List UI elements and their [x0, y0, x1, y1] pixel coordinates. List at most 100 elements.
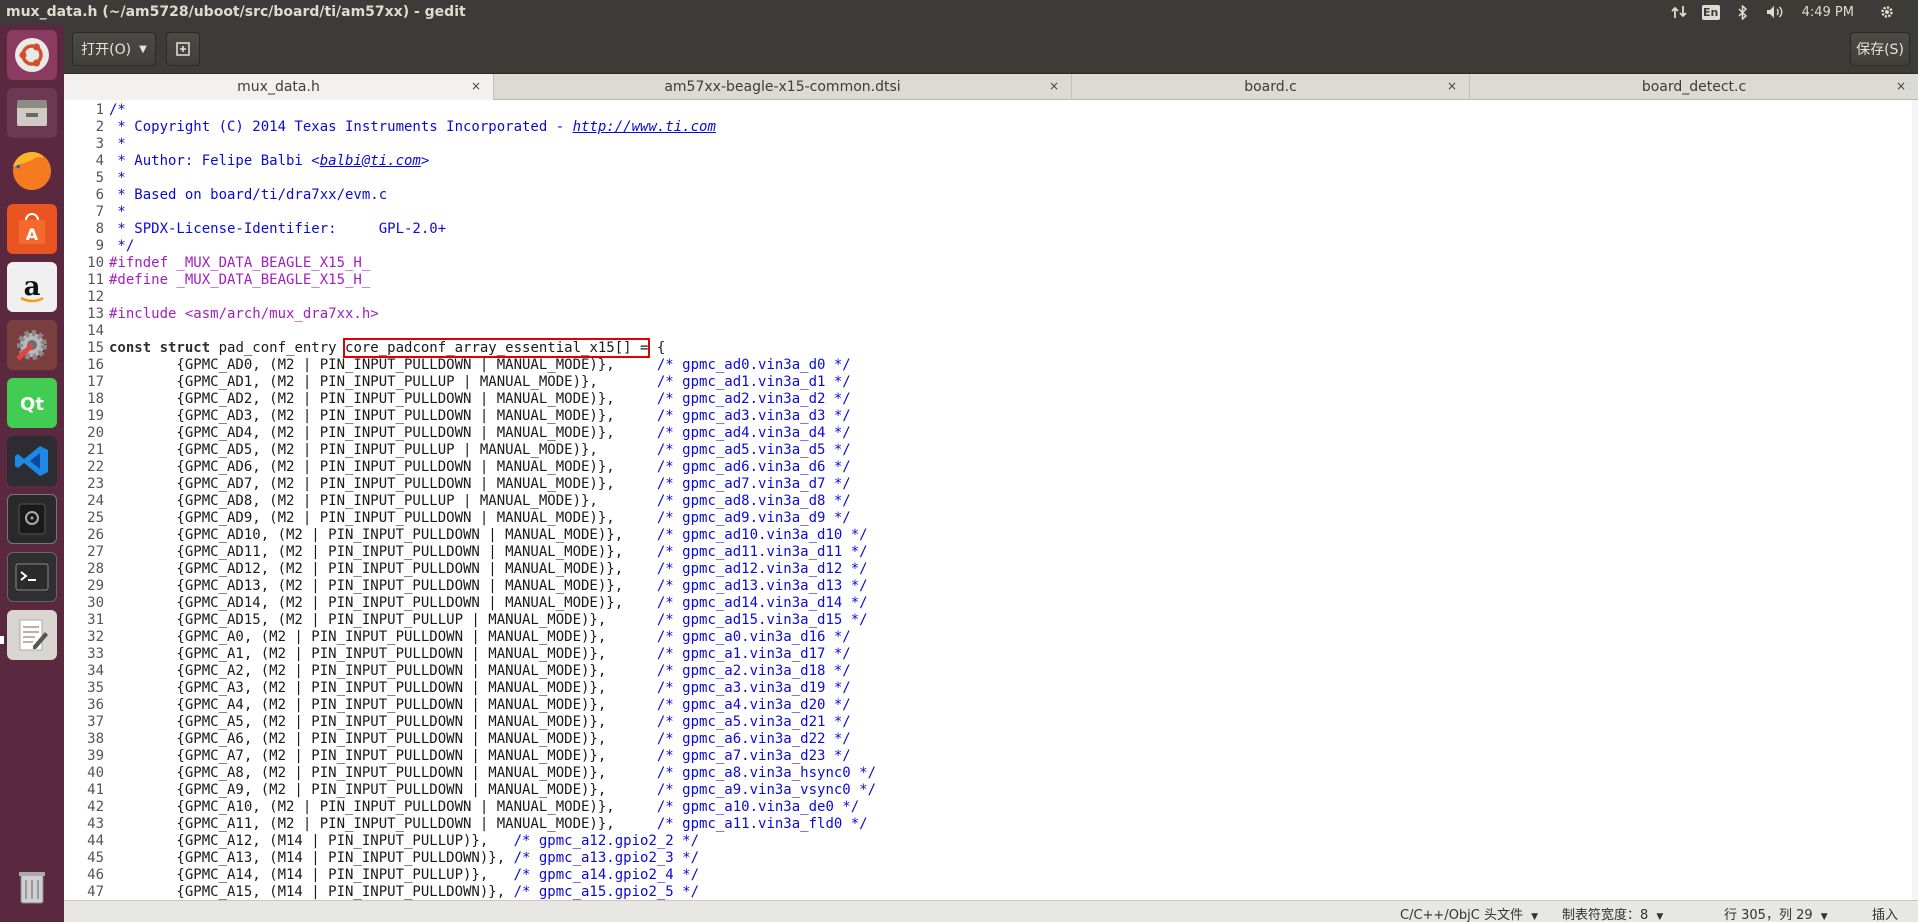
save-button[interactable]: 保存(S): [1850, 32, 1910, 66]
text-editor-icon[interactable]: [7, 610, 57, 660]
trash-icon[interactable]: [7, 862, 57, 912]
code-line[interactable]: 47 {GPMC_A15, (M14 | PIN_INPUT_PULLDOWN)…: [64, 884, 1918, 900]
code-line[interactable]: 17 {GPMC_AD1, (M2 | PIN_INPUT_PULLUP | M…: [64, 374, 1918, 391]
system-settings-icon[interactable]: [7, 320, 57, 370]
code-token: {GPMC_A12, (M14 | PIN_INPUT_PULLUP)},: [109, 833, 514, 849]
software-center-icon[interactable]: A: [7, 204, 57, 254]
firefox-icon[interactable]: [7, 146, 57, 196]
system-tray: En 4:49 PM: [1670, 0, 1918, 24]
code-line[interactable]: 27 {GPMC_AD11, (M2 | PIN_INPUT_PULLDOWN …: [64, 544, 1918, 561]
code-line[interactable]: 37 {GPMC_A5, (M2 | PIN_INPUT_PULLDOWN | …: [64, 714, 1918, 731]
code-token: /* gpmc_a13.gpio2_3 */: [513, 850, 700, 866]
code-line[interactable]: 38 {GPMC_A6, (M2 | PIN_INPUT_PULLDOWN | …: [64, 731, 1918, 748]
vertical-scrollbar[interactable]: [1912, 100, 1918, 900]
tab-mux-data[interactable]: mux_data.h ×: [64, 74, 494, 100]
code-line[interactable]: 25 {GPMC_AD9, (M2 | PIN_INPUT_PULLDOWN |…: [64, 510, 1918, 527]
close-icon[interactable]: ×: [1049, 79, 1059, 93]
line-number: 3: [95, 136, 104, 152]
code-line[interactable]: 36 {GPMC_A4, (M2 | PIN_INPUT_PULLDOWN | …: [64, 697, 1918, 714]
code-text: {GPMC_A4, (M2 | PIN_INPUT_PULLDOWN | MAN…: [109, 697, 850, 714]
code-line[interactable]: 28 {GPMC_AD12, (M2 | PIN_INPUT_PULLDOWN …: [64, 561, 1918, 578]
code-line[interactable]: 4 * Author: Felipe Balbi <balbi@ti.com>: [64, 153, 1918, 170]
code-line[interactable]: 7 *: [64, 204, 1918, 221]
code-line[interactable]: 5 *: [64, 170, 1918, 187]
close-icon[interactable]: ×: [1447, 79, 1457, 93]
clock[interactable]: 4:49 PM: [1802, 5, 1854, 20]
code-line[interactable]: 44 {GPMC_A12, (M14 | PIN_INPUT_PULLUP)},…: [64, 833, 1918, 850]
tab-label: board_detect.c: [1641, 79, 1747, 95]
close-icon[interactable]: ×: [1896, 79, 1906, 93]
code-line[interactable]: 10 #ifndef _MUX_DATA_BEAGLE_X15_H_: [64, 255, 1918, 272]
gear-icon[interactable]: [1878, 4, 1896, 20]
code-line[interactable]: 19 {GPMC_AD3, (M2 | PIN_INPUT_PULLDOWN |…: [64, 408, 1918, 425]
code-token: {GPMC_A14, (M14 | PIN_INPUT_PULLUP)},: [109, 867, 514, 883]
code-line[interactable]: 23 {GPMC_AD7, (M2 | PIN_INPUT_PULLDOWN |…: [64, 476, 1918, 493]
code-line[interactable]: 11 #define _MUX_DATA_BEAGLE_X15_H_: [64, 272, 1918, 289]
code-line[interactable]: 12: [64, 289, 1918, 306]
code-line[interactable]: 39 {GPMC_A7, (M2 | PIN_INPUT_PULLDOWN | …: [64, 748, 1918, 765]
code-line[interactable]: 35 {GPMC_A3, (M2 | PIN_INPUT_PULLDOWN | …: [64, 680, 1918, 697]
code-line[interactable]: 9 */: [64, 238, 1918, 255]
code-line[interactable]: 45 {GPMC_A13, (M14 | PIN_INPUT_PULLDOWN)…: [64, 850, 1918, 867]
code-line[interactable]: 41 {GPMC_A9, (M2 | PIN_INPUT_PULLDOWN | …: [64, 782, 1918, 799]
code-line[interactable]: 16 {GPMC_AD0, (M2 | PIN_INPUT_PULLDOWN |…: [64, 357, 1918, 374]
keyboard-language-indicator[interactable]: En: [1701, 4, 1720, 20]
bluetooth-icon[interactable]: [1734, 4, 1752, 20]
files-icon[interactable]: [7, 88, 57, 138]
code-line[interactable]: 8 * SPDX-License-Identifier: GPL-2.0+: [64, 221, 1918, 238]
vscode-icon[interactable]: [7, 436, 57, 486]
code-line[interactable]: 1 /*: [64, 102, 1918, 119]
code-line[interactable]: 21 {GPMC_AD5, (M2 | PIN_INPUT_PULLUP | M…: [64, 442, 1918, 459]
code-line[interactable]: 40 {GPMC_A8, (M2 | PIN_INPUT_PULLDOWN | …: [64, 765, 1918, 782]
code-line[interactable]: 6 * Based on board/ti/dra7xx/evm.c: [64, 187, 1918, 204]
code-line[interactable]: 20 {GPMC_AD4, (M2 | PIN_INPUT_PULLDOWN |…: [64, 425, 1918, 442]
code-line[interactable]: 18 {GPMC_AD2, (M2 | PIN_INPUT_PULLDOWN |…: [64, 391, 1918, 408]
code-link[interactable]: balbi@ti.com: [320, 153, 421, 169]
ubuntu-dash-icon[interactable]: [7, 30, 57, 80]
code-line[interactable]: 42 {GPMC_A10, (M2 | PIN_INPUT_PULLDOWN |…: [64, 799, 1918, 816]
code-line[interactable]: 43 {GPMC_A11, (M2 | PIN_INPUT_PULLDOWN |…: [64, 816, 1918, 833]
code-editor[interactable]: 1/* 2 * Copyright (C) 2014 Texas Instrume…: [64, 100, 1918, 900]
code-line[interactable]: 22 {GPMC_AD6, (M2 | PIN_INPUT_PULLDOWN |…: [64, 459, 1918, 476]
code-text: {GPMC_A8, (M2 | PIN_INPUT_PULLDOWN | MAN…: [109, 765, 876, 782]
volume-icon[interactable]: [1766, 4, 1784, 20]
code-line[interactable]: 2 * Copyright (C) 2014 Texas Instruments…: [64, 119, 1918, 136]
code-line[interactable]: 46 {GPMC_A14, (M14 | PIN_INPUT_PULLUP)},…: [64, 867, 1918, 884]
open-button[interactable]: 打开(O) ▼: [72, 32, 156, 66]
code-line[interactable]: 14: [64, 323, 1918, 340]
code-token: {GPMC_AD7, (M2 | PIN_INPUT_PULLDOWN | MA…: [109, 476, 657, 492]
code-text: {GPMC_AD6, (M2 | PIN_INPUT_PULLDOWN | MA…: [109, 459, 850, 476]
code-link[interactable]: http://www.ti.com: [573, 119, 716, 135]
code-line[interactable]: 24 {GPMC_AD8, (M2 | PIN_INPUT_PULLUP | M…: [64, 493, 1918, 510]
tab-width-selector[interactable]: 制表符宽度：8 ▼: [1562, 904, 1663, 922]
code-line[interactable]: 30 {GPMC_AD14, (M2 | PIN_INPUT_PULLDOWN …: [64, 595, 1918, 612]
code-line[interactable]: 13 #include <asm/arch/mux_dra7xx.h>: [64, 306, 1918, 323]
code-token: {GPMC_A3, (M2 | PIN_INPUT_PULLDOWN | MAN…: [109, 680, 657, 696]
language-selector[interactable]: C/C++/ObjC 头文件 ▼: [1400, 904, 1538, 922]
close-icon[interactable]: ×: [471, 79, 481, 93]
terminal-icon[interactable]: [7, 552, 57, 602]
code-line[interactable]: 26 {GPMC_AD10, (M2 | PIN_INPUT_PULLDOWN …: [64, 527, 1918, 544]
code-line[interactable]: 15 const struct pad_conf_entry core_padco…: [64, 338, 1918, 358]
line-number: 18: [87, 391, 104, 407]
code-line[interactable]: 29 {GPMC_AD13, (M2 | PIN_INPUT_PULLDOWN …: [64, 578, 1918, 595]
code-text: const struct pad_conf_entry core_padconf…: [109, 338, 665, 358]
code-token: /* gpmc_a3.vin3a_d19 */: [656, 680, 851, 696]
new-document-icon: [176, 42, 190, 56]
code-line[interactable]: 33 {GPMC_A1, (M2 | PIN_INPUT_PULLDOWN | …: [64, 646, 1918, 663]
cursor-position[interactable]: 行 305，列 29 ▼: [1724, 904, 1828, 922]
disk-icon[interactable]: [7, 494, 57, 544]
new-tab-button[interactable]: [166, 32, 200, 66]
code-text: {GPMC_AD11, (M2 | PIN_INPUT_PULLDOWN | M…: [109, 544, 867, 561]
tab-am57xx-dtsi[interactable]: am57xx-beagle-x15-common.dtsi ×: [494, 74, 1072, 100]
code-line[interactable]: 32 {GPMC_A0, (M2 | PIN_INPUT_PULLDOWN | …: [64, 629, 1918, 646]
tab-board-detect-c[interactable]: board_detect.c ×: [1470, 74, 1918, 100]
code-line[interactable]: 34 {GPMC_A2, (M2 | PIN_INPUT_PULLDOWN | …: [64, 663, 1918, 680]
qt-creator-icon[interactable]: Qt: [7, 378, 57, 428]
network-icon[interactable]: [1670, 4, 1688, 20]
code-line[interactable]: 31 {GPMC_AD15, (M2 | PIN_INPUT_PULLUP | …: [64, 612, 1918, 629]
code-line[interactable]: 3 *: [64, 136, 1918, 153]
line-number: 16: [87, 357, 104, 373]
tab-board-c[interactable]: board.c ×: [1072, 74, 1470, 100]
amazon-icon[interactable]: a: [7, 262, 57, 312]
